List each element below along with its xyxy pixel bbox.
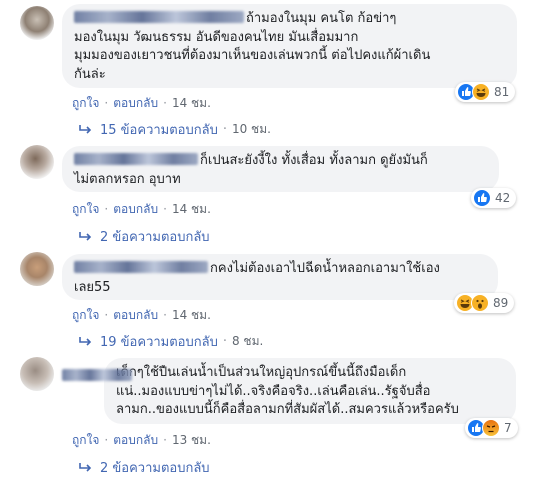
comment-actions: ถูกใจ · ตอบกลับ · 14 ชม. <box>72 306 211 325</box>
reaction-count: 42 <box>495 191 511 205</box>
separator: · <box>104 202 109 216</box>
replies-count-label[interactable]: 2 ข้อความตอบกลับ <box>100 226 210 247</box>
replies-count-label[interactable]: 19 ข้อความตอบกลับ <box>100 331 218 352</box>
comment-bubble: ก็เปนสะยังงี้ใง ทั้งเสื่อม ทั้งลามก ดูยั… <box>62 146 499 192</box>
author-name[interactable] <box>74 11 244 23</box>
reply-link[interactable]: ตอบกลับ <box>113 202 158 216</box>
avatar[interactable] <box>20 145 54 179</box>
angry-icon <box>482 419 500 437</box>
separator: · <box>104 96 109 110</box>
separator: · <box>222 122 227 137</box>
avatar[interactable] <box>20 6 54 40</box>
author-name[interactable] <box>62 369 132 381</box>
separator: · <box>104 308 109 322</box>
separator: · <box>163 433 167 447</box>
reaction-summary[interactable]: 42 <box>471 188 517 208</box>
like-icon <box>473 189 491 207</box>
like-link[interactable]: ถูกใจ <box>72 96 99 110</box>
reply-arrow-icon <box>79 124 92 134</box>
replies-count-label[interactable]: 15 ข้อความตอบกลับ <box>100 119 218 140</box>
separator: · <box>163 96 167 110</box>
reply-arrow-icon <box>79 231 92 241</box>
timestamp[interactable]: 13 ชม. <box>172 433 211 447</box>
avatar[interactable] <box>20 357 54 391</box>
timestamp[interactable]: 14 ชม. <box>172 202 211 216</box>
view-replies[interactable]: 19 ข้อความตอบกลับ · 8 ชม. <box>78 331 263 352</box>
comment-bubble: ถ้ามองในมุม คนโต ก้อข่าๆ มองในมุม วัฒนธร… <box>62 4 517 88</box>
wow-icon <box>471 294 489 312</box>
view-replies[interactable]: 2 ข้อความตอบกลับ <box>78 226 210 247</box>
reply-link[interactable]: ตอบกลับ <box>113 96 158 110</box>
separator: · <box>163 308 167 322</box>
reaction-summary[interactable]: 7 <box>465 418 518 438</box>
replies-count-label[interactable]: 2 ข้อความตอบกลับ <box>100 457 210 478</box>
comment-bubble: เด็กๆใช้ปืนเล่นน้ำเป็นส่วนใหญ่อุปกรณ์ขึ้… <box>104 358 516 424</box>
avatar[interactable] <box>20 252 54 286</box>
reply-arrow-icon <box>79 336 92 346</box>
reaction-count: 81 <box>494 85 510 99</box>
reply-arrow-icon <box>79 462 92 472</box>
like-link[interactable]: ถูกใจ <box>72 433 99 447</box>
author-name[interactable] <box>74 261 208 273</box>
comment-bubble: กคงไม่ต้องเอาไปฉีดน้ำหลอกเอามาใช้เอง เลย… <box>62 254 498 300</box>
replies-timestamp: 10 ชม. <box>231 122 271 136</box>
separator: · <box>104 433 109 447</box>
comment-actions: ถูกใจ · ตอบกลับ · 13 ชม. <box>72 431 211 450</box>
view-replies[interactable]: 2 ข้อความตอบกลับ <box>78 457 210 478</box>
reply-link[interactable]: ตอบกลับ <box>113 433 158 447</box>
like-link[interactable]: ถูกใจ <box>72 202 99 216</box>
timestamp[interactable]: 14 ชม. <box>172 308 211 322</box>
comment-actions: ถูกใจ · ตอบกลับ · 14 ชม. <box>72 200 211 219</box>
reaction-summary[interactable]: 89 <box>454 293 515 313</box>
reaction-count: 7 <box>504 421 512 435</box>
comment-actions: ถูกใจ · ตอบกลับ · 14 ชม. <box>72 94 211 113</box>
reaction-count: 89 <box>493 296 509 310</box>
timestamp[interactable]: 14 ชม. <box>172 96 211 110</box>
separator: · <box>163 202 167 216</box>
haha-icon <box>472 83 490 101</box>
replies-timestamp: 8 ชม. <box>231 334 264 348</box>
reply-link[interactable]: ตอบกลับ <box>113 308 158 322</box>
view-replies[interactable]: 15 ข้อความตอบกลับ · 10 ชม. <box>78 119 271 140</box>
author-name[interactable] <box>74 153 198 165</box>
separator: · <box>222 334 227 349</box>
comment-text: เด็กๆใช้ปืนเล่นน้ำเป็นส่วนใหญ่อุปกรณ์ขึ้… <box>116 365 459 417</box>
reaction-summary[interactable]: 81 <box>455 82 516 102</box>
like-link[interactable]: ถูกใจ <box>72 308 99 322</box>
